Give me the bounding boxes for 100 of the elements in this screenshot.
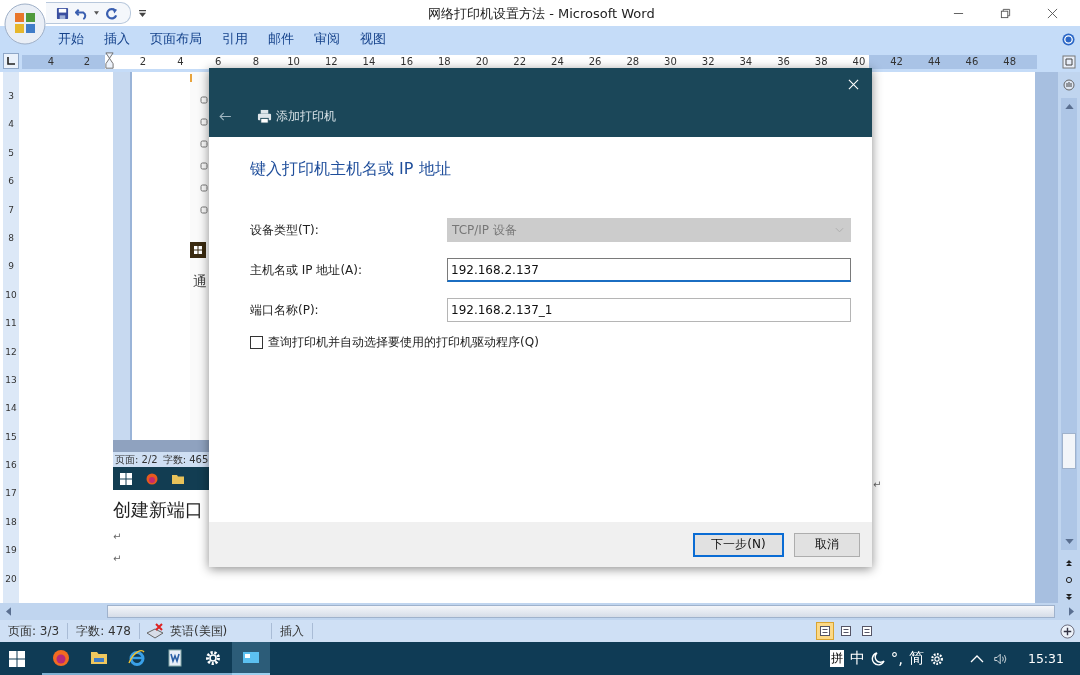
ruler-number: 14	[361, 55, 377, 69]
language-indicator[interactable]: 英语(美国)	[163, 623, 273, 639]
indent-marker-icon[interactable]	[105, 52, 114, 70]
clock[interactable]: 15:31	[1027, 651, 1064, 666]
ruler-number: 5	[8, 146, 14, 160]
ruler-number: 16	[399, 55, 414, 69]
windows-logo-icon[interactable]	[9, 650, 25, 667]
ruler-number: 46	[964, 55, 980, 69]
restore-icon[interactable]	[1000, 7, 1011, 19]
ribbon-tab[interactable]: 视图	[352, 28, 394, 50]
document-heading: 创建新端口	[113, 499, 204, 522]
punctuation-mode[interactable]: °,	[890, 649, 903, 668]
ruler-number: 8	[251, 55, 261, 69]
spelling-error-icon[interactable]	[145, 623, 164, 639]
view-mode-icon[interactable]	[816, 622, 834, 640]
ribbon-tab[interactable]: 审阅	[306, 28, 348, 50]
scroll-right-icon[interactable]	[1069, 607, 1074, 616]
browser-e-icon	[128, 648, 146, 667]
dropdown-caret-icon[interactable]	[94, 11, 99, 15]
ruler-number: 22	[512, 55, 528, 69]
view-ruler-icon[interactable]	[1062, 55, 1076, 69]
paragraph-mark: ↵	[113, 530, 122, 544]
select-browse-object-icon[interactable]	[1065, 576, 1073, 584]
ruler-number: 6	[8, 175, 14, 189]
ruler-number: 10	[286, 55, 301, 69]
ruler-number: 10	[5, 288, 17, 302]
ruler-number: 26	[587, 55, 603, 69]
page-count: 页面: 2/2	[115, 452, 158, 467]
close-icon[interactable]	[1047, 7, 1058, 19]
ruler-number: 6	[214, 55, 223, 69]
ruler-number: 48	[1002, 55, 1017, 69]
speaker-icon[interactable]	[993, 651, 1008, 666]
ruler-number: 42	[889, 55, 904, 69]
input-mode[interactable]: 中	[849, 649, 865, 668]
ime-indicator[interactable]: 拼	[829, 650, 844, 667]
selection-marker	[190, 74, 192, 82]
menu-item-icon	[200, 162, 208, 170]
office-button[interactable]	[4, 3, 46, 45]
menu-item-icon	[200, 206, 208, 214]
ruler-number: 4	[46, 55, 56, 69]
menu-item-icon	[200, 118, 208, 126]
ribbon-tab[interactable]: 引用	[214, 28, 256, 50]
ruler-number: 24	[550, 55, 565, 69]
field-label: 端口名称(P):	[250, 301, 320, 319]
horizontal-scroll-thumb[interactable]	[107, 605, 1055, 618]
dialog-button[interactable]: 下一步(N)	[693, 532, 784, 557]
chevron-up-icon[interactable]	[969, 654, 984, 663]
browse-icon[interactable]	[1062, 78, 1076, 92]
browser-icon	[146, 472, 158, 485]
ruler-number: 14	[5, 402, 17, 416]
ribbon-tab[interactable]: 邮件	[260, 28, 302, 50]
script-mode[interactable]: 简	[908, 649, 924, 668]
scroll-up-icon[interactable]	[1064, 104, 1074, 109]
page-count[interactable]: 页面: 3/3	[0, 623, 69, 639]
ruler-number: 18	[436, 55, 452, 69]
ribbon-tab[interactable]: 页面布局	[142, 28, 210, 50]
back-arrow-icon[interactable]	[219, 112, 232, 121]
ruler-number: 9	[8, 260, 14, 274]
ruler-number: 17	[5, 487, 17, 501]
word-count[interactable]: 字数: 478	[68, 623, 140, 639]
dialog-title: 添加打印机	[276, 108, 336, 125]
ribbon-tab[interactable]: 开始	[50, 28, 92, 50]
ruler-number: 4	[8, 118, 14, 132]
help-icon[interactable]	[1062, 32, 1075, 46]
ruler-number: 28	[625, 55, 641, 69]
dropdown-caret-icon	[835, 227, 844, 233]
ruler-number: 2	[82, 55, 92, 69]
dialog-button[interactable]: 取消	[794, 532, 860, 557]
save-icon[interactable]	[56, 6, 69, 20]
zoom-in-icon[interactable]	[1060, 623, 1075, 639]
ruler-number: 12	[5, 345, 17, 359]
tab-selector[interactable]	[3, 53, 19, 69]
ruler-number: 4	[176, 55, 185, 69]
document-icon	[166, 648, 184, 667]
ruler-number: 12	[323, 55, 339, 69]
scroll-thumb[interactable]	[1062, 433, 1076, 469]
ruler-number: 20	[474, 55, 490, 69]
scroll-down-icon[interactable]	[1064, 539, 1074, 544]
input-field[interactable]: 192.168.2.137_1	[447, 298, 851, 322]
next-page-icon[interactable]	[1065, 593, 1073, 601]
field-label: 主机名或 IP 地址(A):	[250, 261, 364, 279]
previous-page-icon[interactable]	[1065, 559, 1073, 567]
ruler-number: 34	[738, 55, 754, 69]
ruler-number: 16	[5, 459, 17, 473]
document-text: 通	[193, 273, 207, 291]
word-count: 字数: 465	[162, 452, 209, 467]
ribbon-tab[interactable]: 插入	[96, 28, 138, 50]
ruler-number: 19	[5, 544, 17, 558]
redo-icon[interactable]	[105, 6, 118, 20]
input-field[interactable]: 192.168.2.137	[447, 258, 851, 282]
tab-stop-icon	[7, 57, 15, 65]
insert-mode[interactable]: 插入	[272, 623, 314, 639]
customize-caret-icon[interactable]	[139, 9, 146, 17]
gear-icon[interactable]	[929, 651, 944, 666]
ruler-number: 8	[8, 231, 14, 245]
moon-icon[interactable]	[870, 651, 885, 666]
menu-item-icon	[200, 140, 208, 148]
ruler-number: 11	[5, 317, 17, 331]
scroll-left-icon[interactable]	[6, 607, 11, 616]
query-printer-checkbox[interactable]: 查询打印机并自动选择要使用的打印机驱动程序(Q)	[250, 334, 539, 351]
